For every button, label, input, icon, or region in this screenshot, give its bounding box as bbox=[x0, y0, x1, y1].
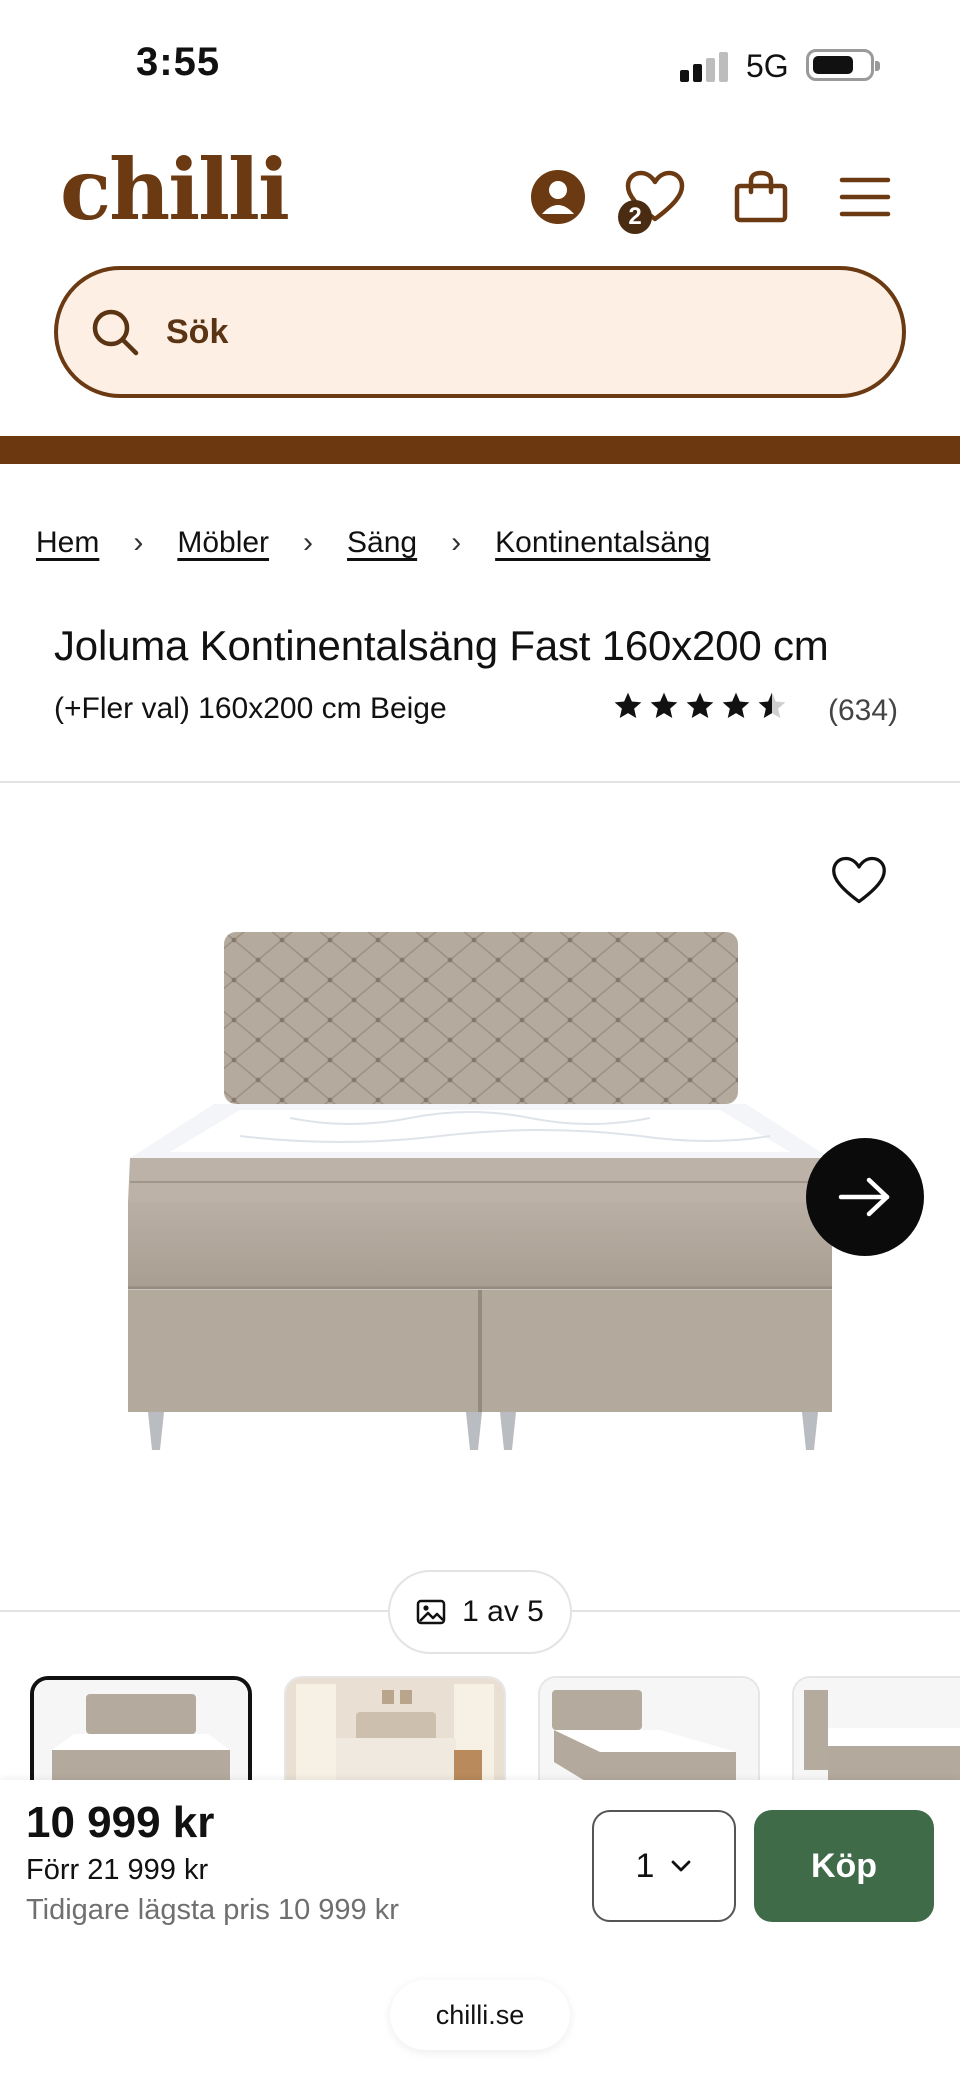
thumbnail-3[interactable] bbox=[538, 1676, 760, 1780]
breadcrumb: Hem › Möbler › Säng › Kontinentalsäng bbox=[36, 526, 710, 560]
chevron-down-icon bbox=[672, 1860, 691, 1872]
network-type: 5G bbox=[746, 48, 789, 84]
breadcrumb-home[interactable]: Hem bbox=[36, 526, 99, 560]
wishlist-count-badge: 2 bbox=[618, 200, 652, 234]
search-icon bbox=[92, 309, 139, 356]
rating-stars[interactable] bbox=[612, 690, 792, 722]
thumbnail-strip bbox=[0, 1676, 960, 1780]
search-input[interactable]: Sök bbox=[54, 266, 906, 398]
browser-url-bar[interactable]: chilli.se bbox=[390, 1980, 570, 2050]
heart-icon bbox=[832, 856, 886, 904]
lowest-price-note: Tidigare lägsta pris 10 999 kr bbox=[26, 1894, 399, 1926]
add-to-wishlist-button[interactable] bbox=[830, 854, 888, 908]
star-icon bbox=[650, 692, 678, 718]
image-counter-text: 1 av 5 bbox=[462, 1595, 544, 1628]
product-image[interactable] bbox=[90, 920, 870, 1480]
next-image-button[interactable] bbox=[806, 1138, 924, 1256]
chevron-right-icon: › bbox=[303, 526, 314, 559]
thumbnail-2[interactable] bbox=[284, 1676, 506, 1780]
brand-divider-bar bbox=[0, 436, 960, 464]
quantity-select[interactable]: 1 bbox=[592, 1810, 736, 1922]
cart-icon[interactable] bbox=[730, 166, 792, 228]
account-icon[interactable] bbox=[527, 166, 589, 228]
review-count[interactable]: (634) bbox=[828, 694, 898, 728]
quantity-value: 1 bbox=[635, 1846, 655, 1885]
search-placeholder: Sök bbox=[166, 312, 229, 351]
star-icon bbox=[722, 692, 750, 718]
image-gallery-icon bbox=[416, 1599, 446, 1625]
cellular-signal-icon bbox=[680, 50, 730, 82]
battery-icon bbox=[806, 49, 880, 81]
chilli-logo[interactable]: chilli bbox=[60, 148, 290, 232]
section-divider bbox=[0, 781, 960, 783]
product-variant[interactable]: (+Fler val) 160x200 cm Beige bbox=[54, 692, 447, 726]
star-icon bbox=[686, 692, 714, 718]
chevron-right-icon: › bbox=[133, 526, 144, 559]
chevron-right-icon: › bbox=[451, 526, 462, 559]
current-price: 10 999 kr bbox=[26, 1798, 215, 1847]
thumbnail-1[interactable] bbox=[30, 1676, 252, 1780]
half-star-icon bbox=[758, 692, 786, 718]
arrow-right-icon bbox=[838, 1177, 890, 1217]
product-title: Joluma Kontinentalsäng Fast 160x200 cm bbox=[54, 622, 829, 669]
previous-price: Förr 21 999 kr bbox=[26, 1854, 209, 1886]
breadcrumb-mobler[interactable]: Möbler bbox=[177, 526, 269, 560]
status-time: 3:55 bbox=[136, 40, 221, 84]
image-counter[interactable]: 1 av 5 bbox=[388, 1570, 572, 1654]
breadcrumb-sang[interactable]: Säng bbox=[347, 526, 417, 560]
buy-button[interactable]: Köp bbox=[754, 1810, 934, 1922]
thumbnail-4[interactable] bbox=[792, 1676, 960, 1780]
status-bar: 3:55 5G bbox=[0, 0, 960, 130]
breadcrumb-kontinentalsang[interactable]: Kontinentalsäng bbox=[495, 526, 710, 560]
menu-icon[interactable] bbox=[834, 166, 896, 228]
star-icon bbox=[614, 692, 642, 718]
